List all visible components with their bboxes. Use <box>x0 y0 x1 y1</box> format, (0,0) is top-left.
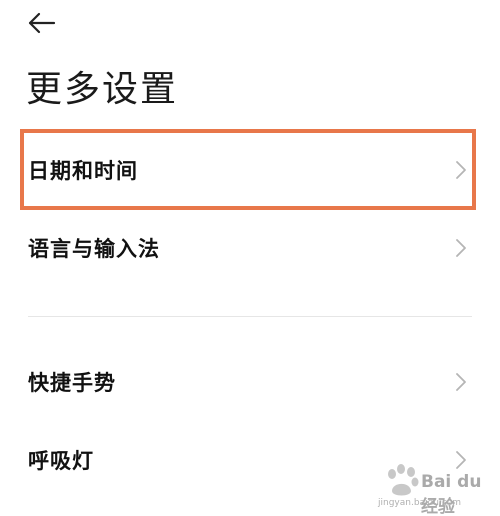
watermark-url: jingyan.baidu.com <box>378 498 462 508</box>
settings-item-label: 语言与输入法 <box>28 237 160 261</box>
baidu-jingyan-watermark: Bai du 经验 jingyan.baidu.com <box>378 462 496 516</box>
back-button[interactable] <box>26 6 66 40</box>
section-divider <box>28 316 472 317</box>
settings-item-label: 日期和时间 <box>28 159 138 183</box>
more-settings-screen: 更多设置 日期和时间 语言与输入法 快捷手势 呼吸灯 Bai du 经验 jin… <box>0 0 500 516</box>
baidu-paw-logo <box>388 464 419 496</box>
settings-item-label: 快捷手势 <box>28 371 116 395</box>
chevron-right-icon <box>456 239 466 257</box>
settings-item-date-time[interactable]: 日期和时间 <box>0 140 500 200</box>
chevron-right-icon <box>456 161 466 179</box>
chevron-right-icon <box>456 373 466 391</box>
page-title: 更多设置 <box>26 69 179 110</box>
settings-item-label: 呼吸灯 <box>28 449 94 473</box>
settings-item-language-input[interactable]: 语言与输入法 <box>0 218 500 278</box>
settings-item-shortcut-gestures[interactable]: 快捷手势 <box>0 352 500 412</box>
arrow-left-icon <box>28 12 56 34</box>
watermark-text: Bai du 经验 <box>421 472 482 516</box>
